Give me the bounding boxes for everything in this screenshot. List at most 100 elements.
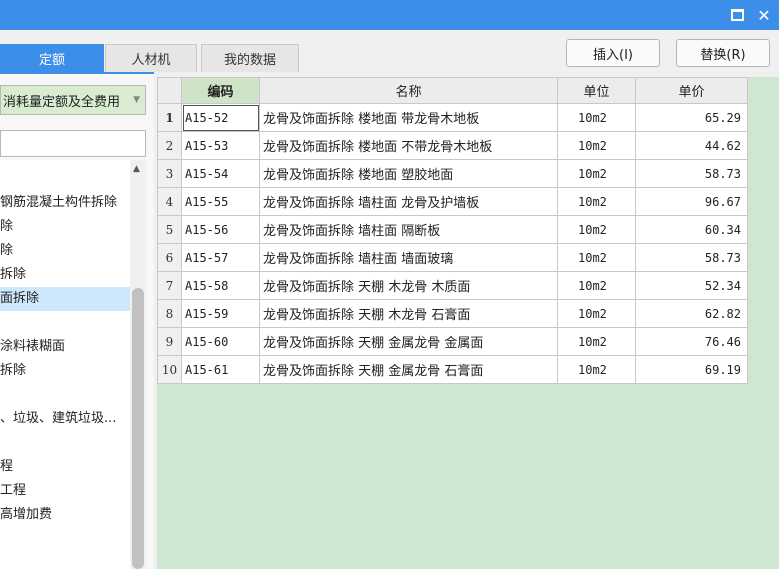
cell-code[interactable]: A15-54 <box>181 159 260 188</box>
tree-item[interactable]: 拆除 <box>0 263 130 287</box>
column-header-name[interactable]: 名称 <box>259 77 558 104</box>
tree-item[interactable]: 工程 <box>0 479 130 503</box>
table-row[interactable]: 1 A15-52 龙骨及饰面拆除 楼地面 带龙骨木地板 10m2 65.29 <box>157 103 748 132</box>
row-number[interactable]: 4 <box>157 187 182 216</box>
cell-price[interactable]: 62.82 <box>635 299 748 328</box>
tree-item[interactable] <box>0 431 130 455</box>
cell-name[interactable]: 龙骨及饰面拆除 楼地面 带龙骨木地板 <box>259 103 558 132</box>
tree-item[interactable] <box>0 383 130 407</box>
tree-item[interactable]: 拆除 <box>0 359 130 383</box>
cell-price[interactable]: 60.34 <box>635 215 748 244</box>
cell-name[interactable]: 龙骨及饰面拆除 天棚 金属龙骨 石膏面 <box>259 355 558 384</box>
cell-code[interactable]: A15-60 <box>181 327 260 356</box>
tree-item[interactable]: 高增加费 <box>0 503 130 527</box>
cell-price[interactable]: 58.73 <box>635 243 748 272</box>
cell-price[interactable]: 58.73 <box>635 159 748 188</box>
table-row[interactable]: 3 A15-54 龙骨及饰面拆除 楼地面 塑胶地面 10m2 58.73 <box>157 159 748 188</box>
cell-price[interactable]: 76.46 <box>635 327 748 356</box>
cell-code[interactable]: A15-52 <box>181 103 260 132</box>
table-row[interactable]: 9 A15-60 龙骨及饰面拆除 天棚 金属龙骨 金属面 10m2 76.46 <box>157 327 748 356</box>
tab-labor-material-machine[interactable]: 人材机 <box>105 44 197 72</box>
replace-button[interactable]: 替换(R) <box>676 39 770 67</box>
tree-item[interactable]: 面拆除 <box>0 287 130 311</box>
row-number[interactable]: 1 <box>157 103 182 132</box>
cell-code[interactable]: A15-55 <box>181 187 260 216</box>
tab-my-data-label: 我的数据 <box>223 53 276 68</box>
cell-price[interactable]: 44.62 <box>635 131 748 160</box>
cell-unit[interactable]: 10m2 <box>557 355 636 384</box>
row-number[interactable]: 5 <box>157 215 182 244</box>
quota-table-body: 1 A15-52 龙骨及饰面拆除 楼地面 带龙骨木地板 10m2 65.29 2 A15-5… <box>157 103 748 384</box>
close-button[interactable]: ✕ <box>754 5 774 25</box>
table-row[interactable]: 4 A15-55 龙骨及饰面拆除 墙柱面 龙骨及护墙板 10m2 96.67 <box>157 187 748 216</box>
title-bar: ✕ <box>0 0 779 30</box>
cell-name[interactable]: 龙骨及饰面拆除 天棚 木龙骨 木质面 <box>259 271 558 300</box>
cell-code[interactable]: A15-53 <box>181 131 260 160</box>
table-header-row: 编码 名称 单位 单价 <box>157 77 748 104</box>
row-number[interactable]: 3 <box>157 159 182 188</box>
column-header-code[interactable]: 编码 <box>181 77 260 104</box>
table-row[interactable]: 6 A15-57 龙骨及饰面拆除 墙柱面 墙面玻璃 10m2 58.73 <box>157 243 748 272</box>
cell-unit[interactable]: 10m2 <box>557 299 636 328</box>
quota-table: 编码 名称 单位 单价 1 A15-52 龙骨及饰面拆除 楼地面 带龙骨木地板 10m… <box>157 77 748 384</box>
cell-code[interactable]: A15-58 <box>181 271 260 300</box>
row-number[interactable]: 2 <box>157 131 182 160</box>
cell-unit[interactable]: 10m2 <box>557 327 636 356</box>
cell-price[interactable]: 96.67 <box>635 187 748 216</box>
column-header-unit[interactable]: 单位 <box>557 77 636 104</box>
table-row[interactable]: 5 A15-56 龙骨及饰面拆除 墙柱面 隔断板 10m2 60.34 <box>157 215 748 244</box>
cell-code[interactable]: A15-59 <box>181 299 260 328</box>
cell-unit[interactable]: 10m2 <box>557 159 636 188</box>
tree-item[interactable] <box>0 167 130 191</box>
row-number[interactable]: 9 <box>157 327 182 356</box>
row-number[interactable]: 7 <box>157 271 182 300</box>
tab-my-data[interactable]: 我的数据 <box>201 44 299 72</box>
column-header-price[interactable]: 单价 <box>635 77 748 104</box>
cell-name[interactable]: 龙骨及饰面拆除 天棚 金属龙骨 金属面 <box>259 327 558 356</box>
chapter-filter-input[interactable] <box>0 130 146 157</box>
table-row[interactable]: 7 A15-58 龙骨及饰面拆除 天棚 木龙骨 木质面 10m2 52.34 <box>157 271 748 300</box>
cell-unit[interactable]: 10m2 <box>557 103 636 132</box>
cell-unit[interactable]: 10m2 <box>557 215 636 244</box>
tree-item[interactable]: 程 <box>0 455 130 479</box>
tree-item[interactable]: 除 <box>0 215 130 239</box>
quota-library-select[interactable]: 消耗量定额及全费用 ▼ <box>0 85 146 115</box>
table-row[interactable]: 10 A15-61 龙骨及饰面拆除 天棚 金属龙骨 石膏面 10m2 69.19 <box>157 355 748 384</box>
cell-code[interactable]: A15-56 <box>181 215 260 244</box>
quota-grid-area: 编码 名称 单位 单价 1 A15-52 龙骨及饰面拆除 楼地面 带龙骨木地板 10m… <box>157 77 779 569</box>
tab-quota[interactable]: 定额 <box>0 44 104 72</box>
tab-quota-label: 定额 <box>38 53 65 68</box>
tree-item[interactable] <box>0 311 130 335</box>
cell-unit[interactable]: 10m2 <box>557 131 636 160</box>
chapter-tree: 钢筋混凝土构件拆除除除拆除 面拆除 涂料裱糊面 拆除 、垃圾、建筑垃圾... 程工程 高增加… <box>0 160 130 569</box>
scroll-up-icon[interactable]: ▲ <box>133 164 140 174</box>
cell-unit[interactable]: 10m2 <box>557 243 636 272</box>
scrollbar-thumb[interactable] <box>132 288 144 569</box>
tree-item[interactable]: 除 <box>0 239 130 263</box>
cell-price[interactable]: 69.19 <box>635 355 748 384</box>
tree-item[interactable]: 涂料裱糊面 <box>0 335 130 359</box>
cell-unit[interactable]: 10m2 <box>557 187 636 216</box>
insert-button[interactable]: 插入(I) <box>566 39 660 67</box>
tab-labor-material-machine-label: 人材机 <box>131 53 171 68</box>
maximize-button[interactable] <box>727 5 747 25</box>
table-row[interactable]: 8 A15-59 龙骨及饰面拆除 天棚 木龙骨 石膏面 10m2 62.82 <box>157 299 748 328</box>
cell-unit[interactable]: 10m2 <box>557 271 636 300</box>
tree-item[interactable]: 、垃圾、建筑垃圾... <box>0 407 130 431</box>
row-number[interactable]: 8 <box>157 299 182 328</box>
cell-name[interactable]: 龙骨及饰面拆除 楼地面 不带龙骨木地板 <box>259 131 558 160</box>
cell-name[interactable]: 龙骨及饰面拆除 墙柱面 龙骨及护墙板 <box>259 187 558 216</box>
cell-name[interactable]: 龙骨及饰面拆除 楼地面 塑胶地面 <box>259 159 558 188</box>
row-number[interactable]: 6 <box>157 243 182 272</box>
cell-price[interactable]: 65.29 <box>635 103 748 132</box>
cell-code[interactable]: A15-57 <box>181 243 260 272</box>
cell-name[interactable]: 龙骨及饰面拆除 天棚 木龙骨 石膏面 <box>259 299 558 328</box>
tree-item[interactable]: 钢筋混凝土构件拆除 <box>0 191 130 215</box>
tree-scrollbar[interactable]: ▲ <box>130 160 146 569</box>
table-row[interactable]: 2 A15-53 龙骨及饰面拆除 楼地面 不带龙骨木地板 10m2 44.62 <box>157 131 748 160</box>
cell-price[interactable]: 52.34 <box>635 271 748 300</box>
row-number[interactable]: 10 <box>157 355 182 384</box>
cell-code[interactable]: A15-61 <box>181 355 260 384</box>
cell-name[interactable]: 龙骨及饰面拆除 墙柱面 墙面玻璃 <box>259 243 558 272</box>
cell-name[interactable]: 龙骨及饰面拆除 墙柱面 隔断板 <box>259 215 558 244</box>
